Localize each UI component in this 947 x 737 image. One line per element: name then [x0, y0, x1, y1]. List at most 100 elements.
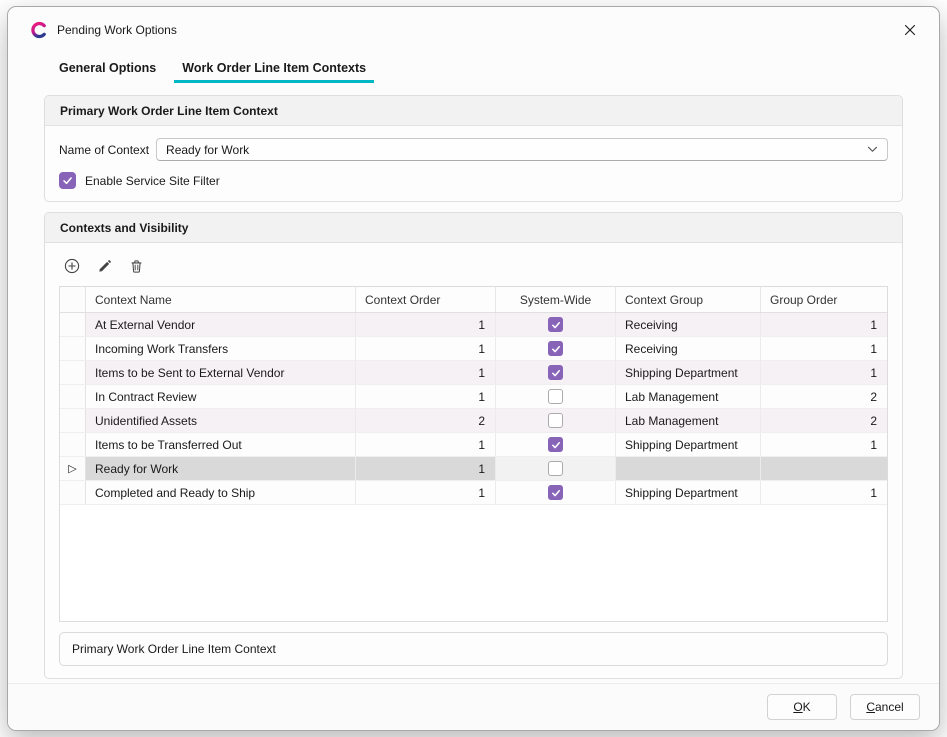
context-name-cell: In Contract Review — [86, 385, 356, 408]
column-header[interactable]: Context Group — [616, 287, 761, 312]
context-order-cell: 1 — [356, 385, 496, 408]
primary-context-group-header: Primary Work Order Line Item Context — [45, 96, 902, 126]
titlebar: Pending Work Options — [8, 7, 939, 53]
context-name-cell: Unidentified Assets — [86, 409, 356, 432]
context-group-cell: Lab Management — [616, 409, 761, 432]
pencil-icon — [97, 259, 112, 274]
dialog-footer: OK Cancel — [8, 683, 939, 730]
system-wide-checkbox[interactable] — [548, 437, 563, 452]
table-header-row: Context NameContext OrderSystem-WideCont… — [60, 287, 887, 313]
app-logo-icon — [30, 21, 48, 39]
primary-context-groupbox: Primary Work Order Line Item Context Nam… — [44, 95, 903, 202]
context-group-cell: Receiving — [616, 313, 761, 336]
group-order-cell: 1 — [761, 361, 887, 384]
context-name-cell: Items to be Transferred Out — [86, 433, 356, 456]
context-order-cell: 1 — [356, 361, 496, 384]
table-row[interactable]: Completed and Ready to Ship 1Shipping Dep… — [60, 481, 887, 505]
name-of-context-select[interactable]: Ready for Work — [156, 138, 888, 161]
system-wide-checkbox[interactable] — [548, 485, 563, 500]
context-group-cell: Receiving — [616, 337, 761, 360]
group-order-cell: 1 — [761, 481, 887, 504]
system-wide-cell — [496, 409, 616, 432]
primary-context-group-body: Name of Context Ready for Work Ena — [45, 126, 902, 201]
context-order-cell: 1 — [356, 457, 496, 480]
plus-circle-icon — [64, 258, 80, 274]
ok-button[interactable]: OK — [767, 694, 837, 720]
system-wide-cell — [496, 361, 616, 384]
context-name-cell: Incoming Work Transfers — [86, 337, 356, 360]
enable-service-site-filter-checkbox[interactable] — [59, 172, 76, 189]
close-icon — [904, 24, 916, 36]
system-wide-cell — [496, 433, 616, 456]
context-group-cell: Lab Management — [616, 385, 761, 408]
current-row-arrow-icon[interactable]: ▷ — [60, 457, 86, 480]
context-name-cell: At External Vendor — [86, 313, 356, 336]
edit-context-button[interactable] — [93, 255, 115, 277]
group-order-cell: 2 — [761, 409, 887, 432]
add-context-button[interactable] — [61, 255, 83, 277]
group-order-cell: 1 — [761, 337, 887, 360]
context-order-cell: 2 — [356, 409, 496, 432]
tab-bar: General Options Work Order Line Item Con… — [8, 53, 939, 83]
tab-work-order-line-item-contexts[interactable]: Work Order Line Item Contexts — [174, 57, 374, 83]
row-selector[interactable] — [60, 433, 86, 456]
column-header[interactable]: Context Order — [356, 287, 496, 312]
system-wide-checkbox[interactable] — [548, 317, 563, 332]
chevron-down-icon — [867, 146, 878, 153]
selected-context-description: Primary Work Order Line Item Context — [59, 632, 888, 666]
table-row[interactable]: In Contract Review1Lab Management2 — [60, 385, 887, 409]
system-wide-cell — [496, 313, 616, 336]
row-selector-header — [60, 287, 86, 312]
context-group-cell: Shipping Department — [616, 481, 761, 504]
system-wide-checkbox[interactable] — [548, 365, 563, 380]
contexts-visibility-group-body: Context NameContext OrderSystem-WideCont… — [45, 243, 902, 678]
close-button[interactable] — [895, 15, 925, 45]
contexts-table: Context NameContext OrderSystem-WideCont… — [59, 286, 888, 622]
screen: Pending Work Options General Options Wor… — [0, 0, 947, 737]
context-group-cell — [616, 457, 761, 480]
delete-context-button[interactable] — [125, 255, 147, 277]
system-wide-cell — [496, 337, 616, 360]
pending-work-options-dialog: Pending Work Options General Options Wor… — [7, 6, 940, 731]
context-order-cell: 1 — [356, 313, 496, 336]
context-name-cell: Completed and Ready to Ship — [86, 481, 356, 504]
window-title: Pending Work Options — [57, 23, 177, 37]
contexts-visibility-group-header: Contexts and Visibility — [45, 213, 902, 243]
check-icon — [62, 175, 73, 186]
system-wide-cell — [496, 457, 616, 480]
table-row[interactable]: ▷Ready for Work1 — [60, 457, 887, 481]
system-wide-checkbox[interactable] — [548, 461, 563, 476]
context-group-cell: Shipping Department — [616, 433, 761, 456]
tab-general-options[interactable]: General Options — [51, 57, 164, 83]
row-selector[interactable] — [60, 361, 86, 384]
system-wide-checkbox[interactable] — [548, 413, 563, 428]
row-selector[interactable] — [60, 337, 86, 360]
name-of-context-label: Name of Context — [59, 143, 149, 157]
grid-toolbar — [61, 255, 888, 277]
row-selector[interactable] — [60, 313, 86, 336]
row-selector[interactable] — [60, 481, 86, 504]
table-row[interactable]: Items to be Transferred Out1Shipping Dep… — [60, 433, 887, 457]
cancel-button[interactable]: Cancel — [850, 694, 920, 720]
group-order-cell — [761, 457, 887, 480]
column-header[interactable]: System-Wide — [496, 287, 616, 312]
group-order-cell: 1 — [761, 433, 887, 456]
context-name-cell: Items to be Sent to External Vendor — [86, 361, 356, 384]
system-wide-cell — [496, 385, 616, 408]
context-order-cell: 1 — [356, 433, 496, 456]
enable-service-site-filter-label: Enable Service Site Filter — [85, 174, 220, 188]
table-row[interactable]: At External Vendor1Receiving1 — [60, 313, 887, 337]
context-group-cell: Shipping Department — [616, 361, 761, 384]
system-wide-cell — [496, 481, 616, 504]
row-selector[interactable] — [60, 409, 86, 432]
group-order-cell: 1 — [761, 313, 887, 336]
row-selector[interactable] — [60, 385, 86, 408]
table-row[interactable]: Incoming Work Transfers1Receiving1 — [60, 337, 887, 361]
column-header[interactable]: Group Order — [761, 287, 887, 312]
trash-icon — [129, 259, 144, 274]
table-row[interactable]: Items to be Sent to External Vendor1Ship… — [60, 361, 887, 385]
column-header[interactable]: Context Name — [86, 287, 356, 312]
table-row[interactable]: Unidentified Assets2Lab Management2 — [60, 409, 887, 433]
system-wide-checkbox[interactable] — [548, 341, 563, 356]
system-wide-checkbox[interactable] — [548, 389, 563, 404]
